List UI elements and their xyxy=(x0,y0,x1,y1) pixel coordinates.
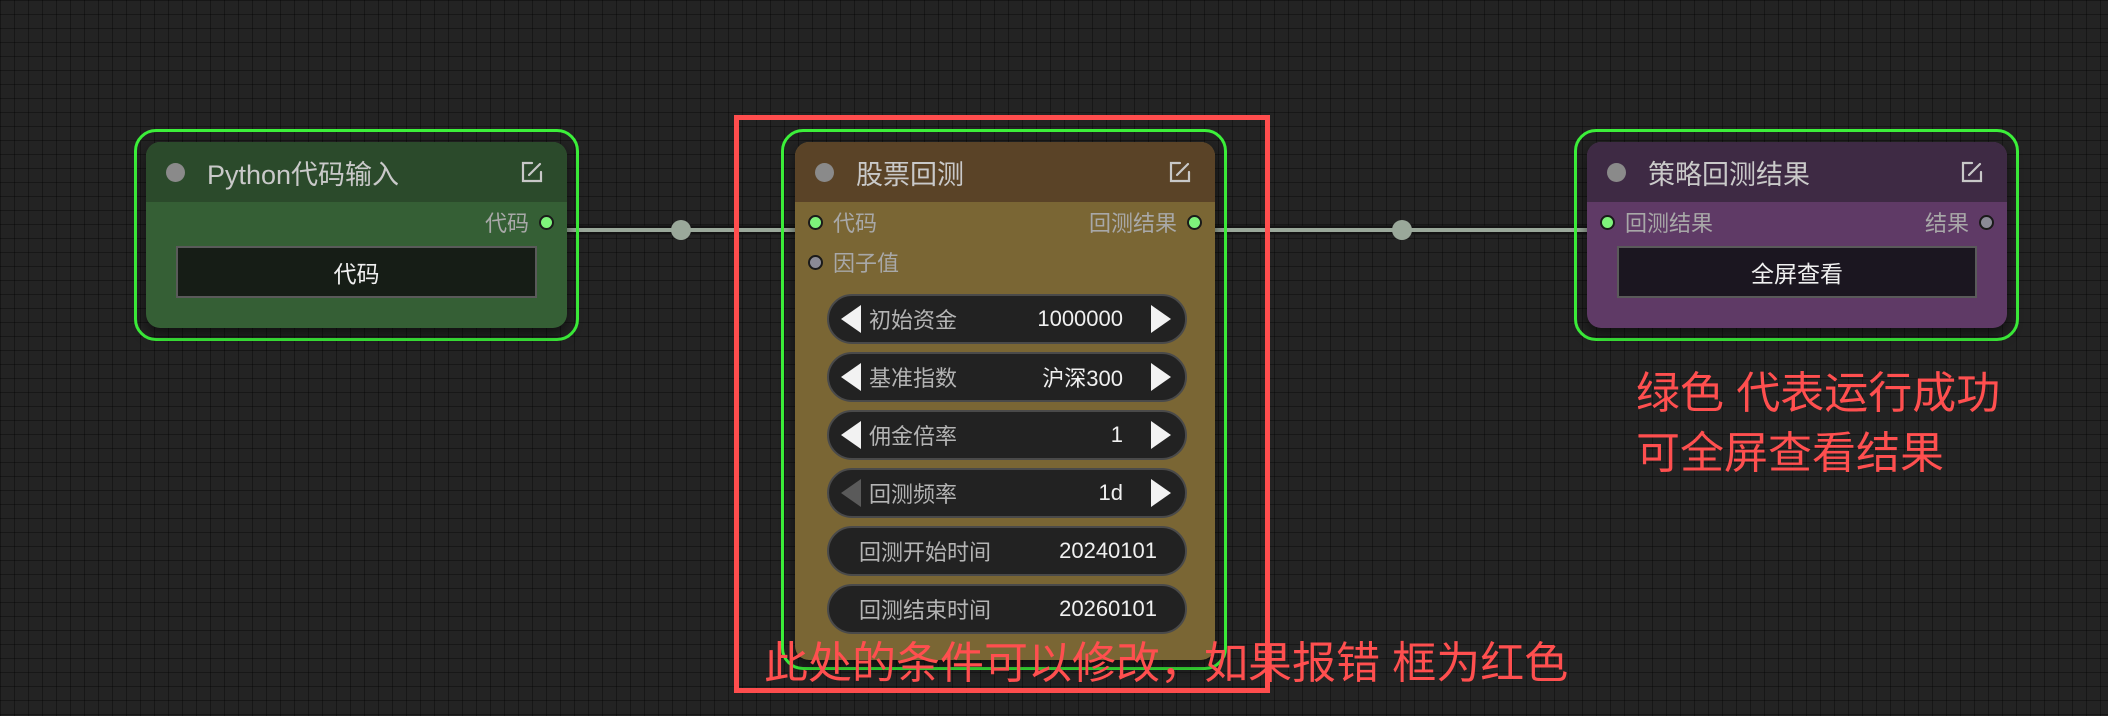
output-slot-code[interactable]: 代码 xyxy=(485,206,567,238)
input-connector[interactable] xyxy=(1600,214,1615,230)
annotation-success-note-line1: 绿色 代表运行成功 xyxy=(1636,369,2001,418)
button-label: 代码 xyxy=(333,261,380,287)
edit-square-icon[interactable] xyxy=(519,159,545,185)
circle-dot-icon[interactable] xyxy=(166,162,185,182)
output-connector[interactable] xyxy=(539,214,554,230)
fullscreen-view-button[interactable]: 全屏查看 xyxy=(1617,246,1977,298)
node-title-bar[interactable]: 策略回测结果 xyxy=(1587,142,2007,202)
slot-row: 回测结果 结果 xyxy=(1587,202,2007,242)
node-title-bar[interactable]: Python代码输入 xyxy=(146,142,567,202)
annotation-edit-note: 此处的条件可以修改，如果报错 框为红色 xyxy=(764,639,1569,688)
annotation-success-note-line2: 可全屏查看结果 xyxy=(1636,429,1944,478)
node-strategy-result[interactable]: 策略回测结果 回测结果 结果 全屏查看 xyxy=(1587,142,2007,328)
button-label: 全屏查看 xyxy=(1751,261,1843,287)
node-title: Python代码输入 xyxy=(207,159,400,190)
slot-label: 回测结果 xyxy=(1625,211,1714,236)
slot-row: 代码 xyxy=(146,202,567,242)
link-midpoint-handle[interactable] xyxy=(671,220,691,240)
link-midpoint-handle[interactable] xyxy=(1392,220,1412,240)
code-button[interactable]: 代码 xyxy=(176,246,537,298)
output-slot-result[interactable]: 结果 xyxy=(1925,206,2007,238)
node-title: 策略回测结果 xyxy=(1648,159,1810,190)
slot-label: 代码 xyxy=(484,211,529,236)
annotation-highlight-box xyxy=(734,115,1270,693)
output-connector[interactable] xyxy=(1979,214,1994,230)
circle-dot-icon[interactable] xyxy=(1607,162,1626,182)
input-slot-backtest-result[interactable]: 回测结果 xyxy=(1587,206,1713,238)
node-python-input[interactable]: Python代码输入 代码 代码 xyxy=(146,142,567,328)
slot-label: 结果 xyxy=(1924,211,1969,236)
edit-square-icon[interactable] xyxy=(1959,159,1985,185)
